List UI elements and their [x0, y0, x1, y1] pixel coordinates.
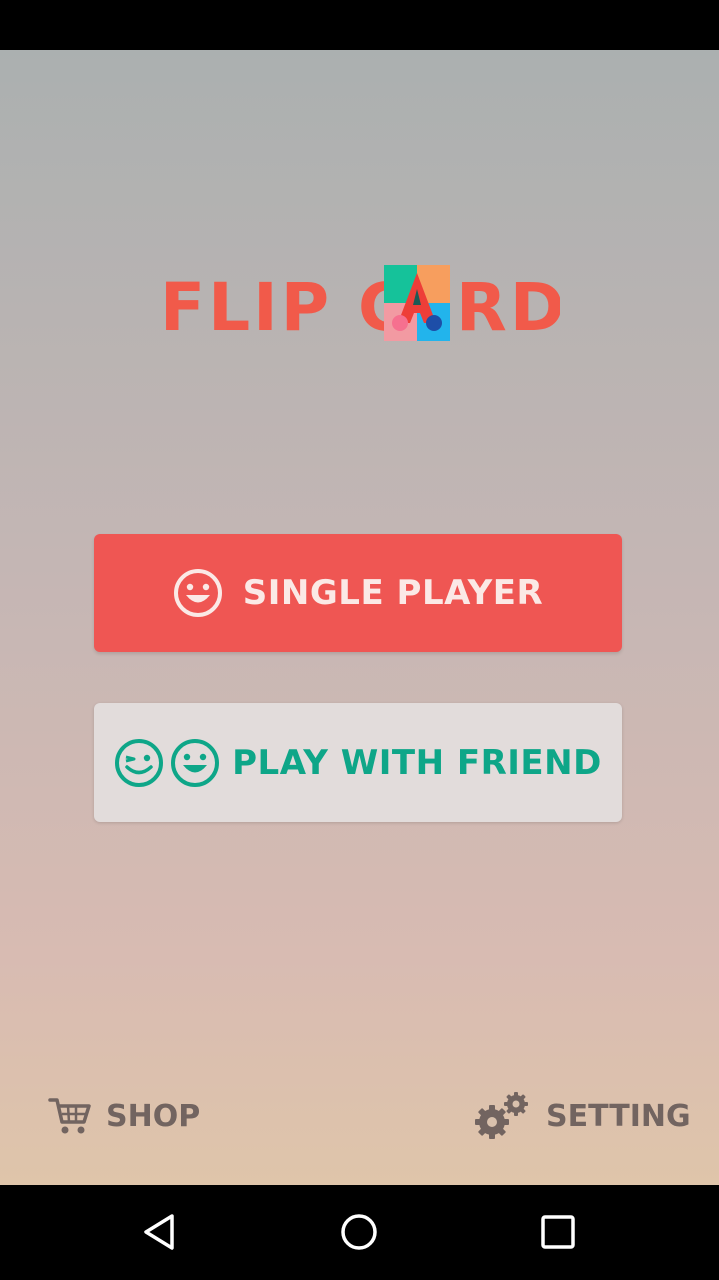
single-player-label: SINGLE PLAYER: [242, 573, 544, 613]
status-bar: [0, 0, 719, 50]
shop-button[interactable]: SHOP: [48, 1088, 200, 1144]
play-with-friend-button[interactable]: PLAY WITH FRIEND: [94, 703, 622, 822]
card-tile-icon: [383, 265, 450, 341]
play-with-friend-label: PLAY WITH FRIEND: [232, 742, 602, 783]
logo-text-right: RD: [456, 269, 560, 345]
smiley-face-icon: [173, 568, 223, 618]
friends-faces-icon: [114, 738, 220, 788]
back-icon[interactable]: [135, 1207, 185, 1257]
app-screen: FLIP C RD SINGLE PLAYER PLAY WITH FRIEND…: [0, 50, 719, 1185]
wink-face-icon: [115, 738, 164, 787]
setting-label: SETTING: [546, 1098, 691, 1134]
smiley-face-icon: [171, 738, 220, 787]
gears-icon: [472, 1090, 532, 1142]
logo-text-left: FLIP C: [160, 269, 409, 345]
home-icon[interactable]: [334, 1207, 384, 1257]
recent-apps-icon[interactable]: [533, 1207, 583, 1257]
cart-icon: [48, 1096, 92, 1136]
navigation-bar: [0, 1185, 719, 1280]
setting-button[interactable]: SETTING: [472, 1088, 691, 1144]
shop-label: SHOP: [106, 1098, 201, 1134]
app-logo: FLIP C RD: [0, 265, 719, 345]
flip-card-logo: FLIP C RD: [160, 265, 560, 345]
single-player-button[interactable]: SINGLE PLAYER: [94, 534, 622, 652]
